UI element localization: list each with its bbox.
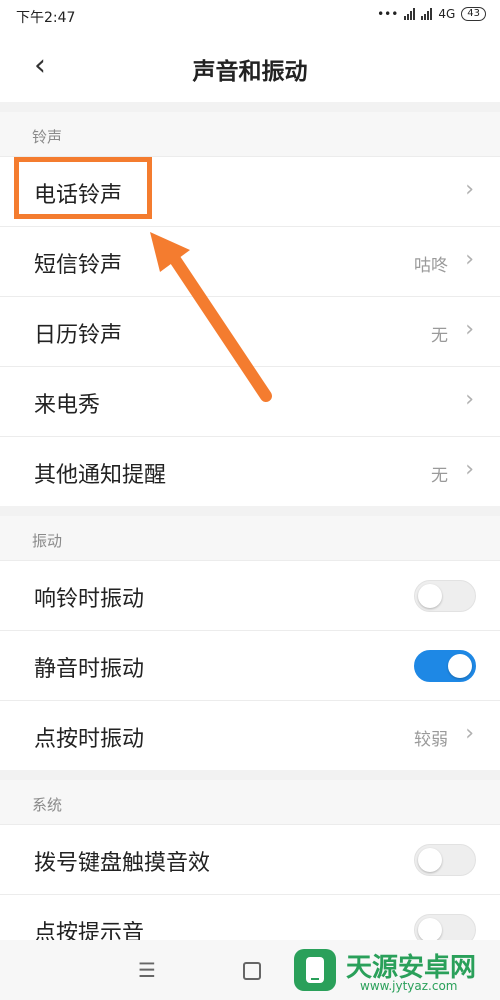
network-type: 4G (438, 7, 456, 21)
toggle-knob (418, 848, 442, 872)
chevron-right-icon: › (465, 177, 474, 202)
list-item-calendar-ringtone[interactable]: 日历铃声 无 › (0, 296, 500, 366)
item-label: 静音时振动 (34, 657, 145, 682)
chevron-right-icon: › (465, 247, 474, 272)
vibrate-on-silent-toggle[interactable] (414, 650, 476, 682)
battery-icon: 43 (461, 7, 486, 21)
section-title: 铃声 (32, 128, 63, 146)
section-title: 系统 (32, 796, 63, 814)
chevron-right-icon: › (465, 387, 474, 412)
item-label: 来电秀 (34, 393, 101, 418)
item-label: 短信铃声 (34, 253, 123, 278)
dots-icon: ••• (377, 7, 399, 21)
section-header-system: 系统 (0, 780, 500, 824)
watermark-logo-icon (294, 949, 336, 991)
list-item-vibrate-on-ring[interactable]: 响铃时振动 (0, 560, 500, 630)
list-item-other-notifications[interactable]: 其他通知提醒 无 › (0, 436, 500, 506)
title-bar: ‹ 声音和振动 (0, 32, 500, 102)
page-title: 声音和振动 (192, 59, 308, 85)
section-title: 振动 (32, 532, 63, 550)
signal-icon (404, 8, 416, 20)
list-item-vibrate-on-tap[interactable]: 点按时振动 较弱 › (0, 700, 500, 770)
highlight-box (14, 157, 152, 219)
item-label: 拨号键盘触摸音效 (34, 851, 211, 876)
section-header-vibration: 振动 (0, 516, 500, 560)
watermark: 天源安卓网 www.jytyaz.com (290, 945, 490, 995)
home-icon[interactable] (243, 962, 261, 980)
signal-icon-2 (421, 8, 433, 20)
list-item-caller-show[interactable]: 来电秀 › (0, 366, 500, 436)
status-icons: ••• 4G 43 (377, 7, 486, 21)
chevron-right-icon: › (465, 317, 474, 342)
item-label: 日历铃声 (34, 323, 123, 348)
status-time: 下午2:47 (16, 10, 76, 26)
list-item-vibrate-on-silent[interactable]: 静音时振动 (0, 630, 500, 700)
chevron-right-icon: › (465, 721, 474, 746)
list-item-dialpad-touch-sound[interactable]: 拨号键盘触摸音效 (0, 824, 500, 894)
vibrate-on-ring-toggle[interactable] (414, 580, 476, 612)
item-value: 无 (431, 466, 448, 486)
watermark-url: www.jytyaz.com (360, 979, 458, 993)
status-bar: 下午2:47 ••• 4G 43 (0, 0, 500, 32)
item-label: 响铃时振动 (34, 587, 145, 612)
toggle-knob (418, 918, 442, 942)
toggle-knob (448, 654, 472, 678)
item-value: 咕咚 (414, 256, 448, 276)
list-item-sms-ringtone[interactable]: 短信铃声 咕咚 › (0, 226, 500, 296)
chevron-right-icon: › (465, 457, 474, 482)
item-label: 点按时振动 (34, 727, 145, 752)
section-header-ringtone: 铃声 (0, 112, 500, 156)
dialpad-sound-toggle[interactable] (414, 844, 476, 876)
menu-icon[interactable]: ☰ (138, 958, 156, 982)
toggle-knob (418, 584, 442, 608)
item-value: 无 (431, 326, 448, 346)
item-label: 其他通知提醒 (34, 463, 167, 488)
item-value: 较弱 (414, 730, 448, 750)
